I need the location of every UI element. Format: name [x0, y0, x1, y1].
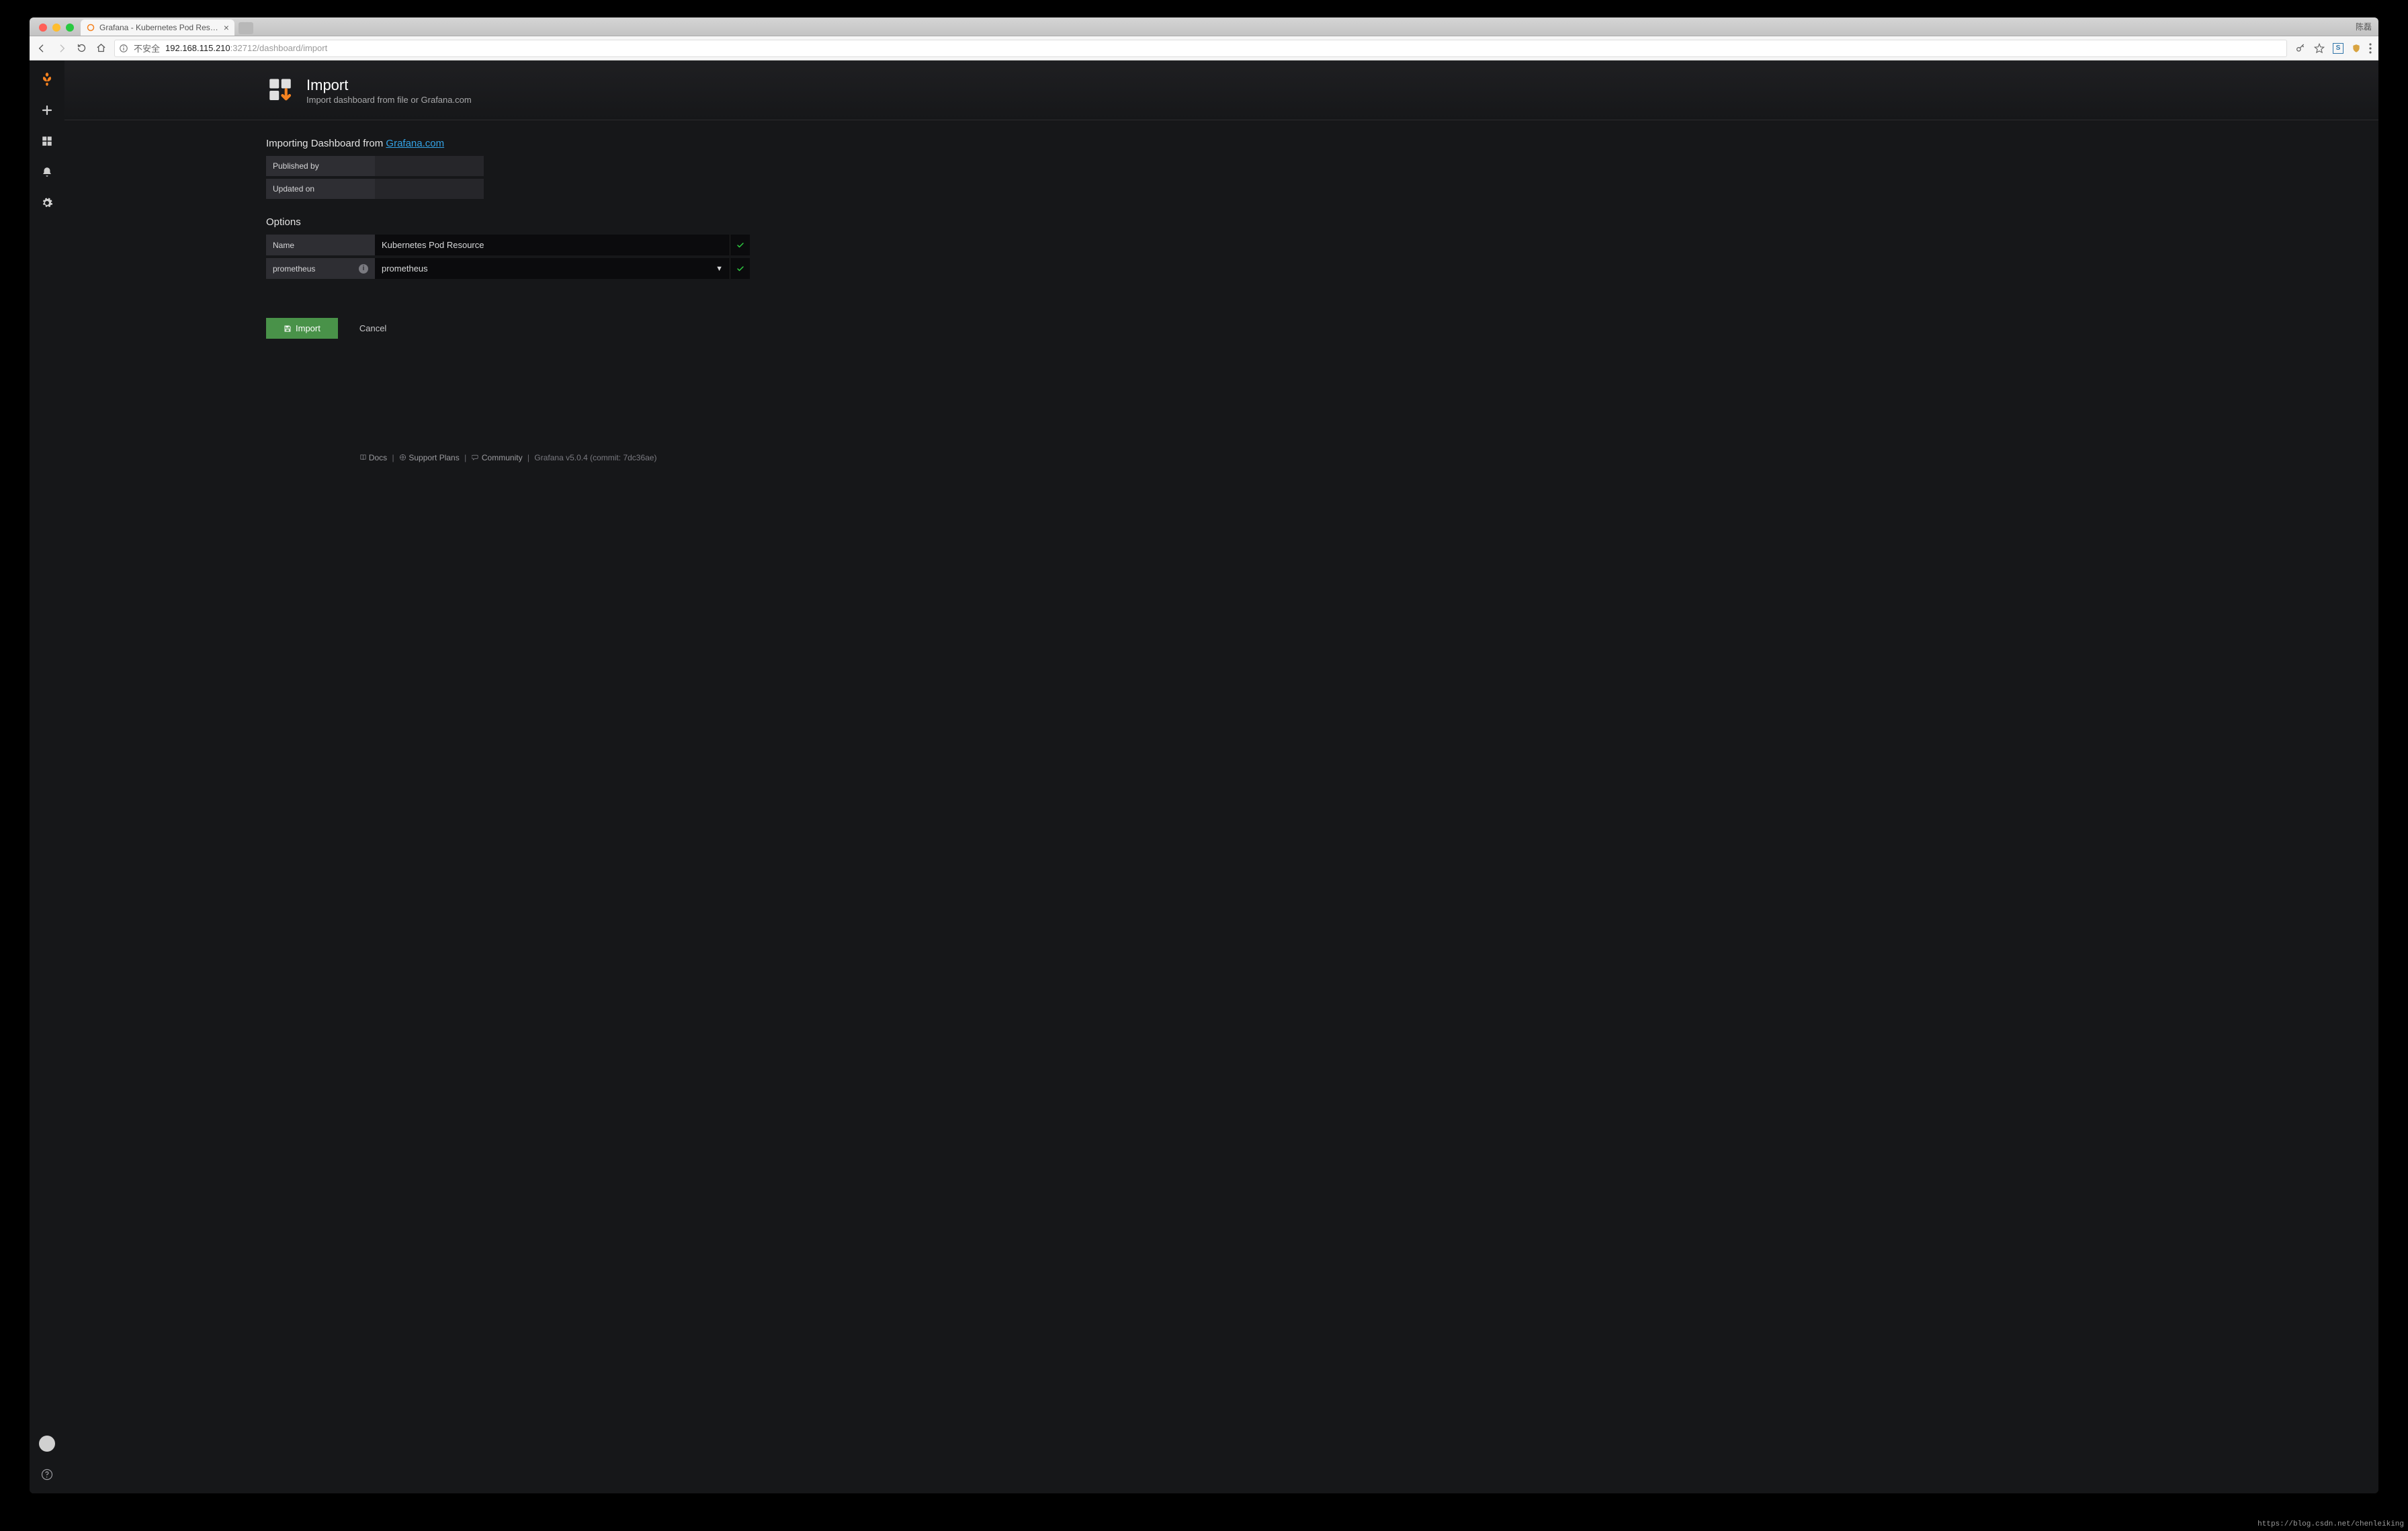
importing-heading: Importing Dashboard from Grafana.com — [266, 138, 750, 149]
docs-link[interactable]: Docs — [369, 453, 387, 462]
star-icon[interactable] — [2314, 43, 2325, 54]
updated-on-row: Updated on — [266, 179, 750, 199]
datasource-row: prometheus i prometheus ▼ — [266, 258, 750, 279]
chevron-down-icon: ▼ — [716, 265, 723, 273]
save-icon — [284, 325, 292, 333]
version-label: Grafana v5.0.4 (commit: 7dc36ae) — [534, 453, 656, 462]
chrome-profile-label[interactable]: 陈磊 — [2356, 21, 2372, 32]
configuration-icon[interactable] — [35, 194, 59, 212]
insecure-label: 不安全 — [134, 42, 160, 54]
cancel-button[interactable]: Cancel — [357, 318, 389, 339]
nav-arrow-group — [36, 43, 106, 54]
create-icon[interactable] — [35, 101, 59, 120]
datasource-valid-icon — [730, 258, 750, 279]
alerting-icon[interactable] — [35, 163, 59, 181]
browser-toolbar: 不安全 192.168.115.210:32712/dashboard/impo… — [30, 36, 2378, 60]
user-avatar[interactable] — [35, 1434, 59, 1453]
published-by-row: Published by — [266, 156, 750, 176]
back-button[interactable] — [36, 43, 47, 54]
main-content: Import Import dashboard from file or Gra… — [64, 60, 2378, 1493]
updated-on-value — [375, 179, 484, 199]
datasource-select-value: prometheus — [382, 263, 428, 274]
browser-tab-title: Grafana - Kubernetes Pod Res… — [99, 23, 218, 32]
home-button[interactable] — [96, 43, 106, 53]
book-icon — [359, 453, 369, 462]
watermark: https://blog.csdn.net/chenleiking — [2258, 1520, 2404, 1528]
published-by-label: Published by — [266, 156, 375, 176]
extension-icon[interactable]: S — [2333, 43, 2344, 54]
new-tab-button[interactable] — [239, 22, 253, 34]
name-label: Name — [266, 235, 375, 255]
updated-on-label: Updated on — [266, 179, 375, 199]
grafana-app: Import Import dashboard from file or Gra… — [30, 60, 2378, 1493]
sidebar — [30, 60, 64, 1493]
support-link[interactable]: Support Plans — [408, 453, 459, 462]
info-icon — [119, 44, 128, 53]
browser-window: Grafana - Kubernetes Pod Res… × 陈磊 — [30, 17, 2378, 1493]
window-minimize-dot[interactable] — [52, 24, 60, 32]
name-valid-icon — [730, 235, 750, 255]
grafana-logo-icon[interactable] — [35, 70, 59, 89]
import-large-icon — [266, 77, 294, 105]
page-title: Import — [306, 77, 472, 94]
support-icon — [399, 453, 408, 462]
address-bar[interactable]: 不安全 192.168.115.210:32712/dashboard/impo… — [114, 40, 2287, 57]
name-input-wrap — [375, 235, 730, 255]
close-tab-icon[interactable]: × — [224, 23, 229, 32]
import-button-label: Import — [296, 323, 320, 333]
forward-button — [56, 43, 67, 54]
cancel-button-label: Cancel — [359, 323, 386, 333]
footer-links: Docs | Support Plans | Community | Grafa… — [266, 453, 750, 462]
window-zoom-dot[interactable] — [66, 24, 74, 32]
toolbar-icons: S — [2295, 43, 2372, 54]
window-close-dot[interactable] — [39, 24, 47, 32]
help-icon[interactable] — [35, 1465, 59, 1484]
menu-icon[interactable] — [2369, 43, 2372, 54]
page-header: Import Import dashboard from file or Gra… — [64, 60, 2378, 120]
grafana-com-link[interactable]: Grafana.com — [386, 138, 444, 149]
community-link[interactable]: Community — [482, 453, 523, 462]
browser-tab[interactable]: Grafana - Kubernetes Pod Res… × — [81, 19, 234, 36]
url-text: 192.168.115.210:32712/dashboard/import — [165, 43, 327, 53]
options-heading: Options — [266, 216, 750, 228]
key-icon[interactable] — [2295, 43, 2306, 54]
community-icon — [472, 453, 482, 462]
reload-button[interactable] — [77, 43, 87, 53]
name-row: Name — [266, 235, 750, 255]
shield-icon[interactable] — [2352, 44, 2361, 53]
name-input[interactable] — [375, 235, 730, 255]
grafana-favicon-icon — [86, 23, 95, 32]
tab-strip: Grafana - Kubernetes Pod Res… × 陈磊 — [30, 17, 2378, 36]
published-by-value — [375, 156, 484, 176]
dashboards-icon[interactable] — [35, 132, 59, 151]
import-button[interactable]: Import — [266, 318, 338, 339]
info-tooltip-icon[interactable]: i — [359, 264, 368, 274]
datasource-select[interactable]: prometheus ▼ — [375, 258, 730, 279]
datasource-label: prometheus i — [266, 258, 375, 279]
window-controls — [38, 24, 81, 36]
page-subtitle: Import dashboard from file or Grafana.co… — [306, 95, 472, 105]
